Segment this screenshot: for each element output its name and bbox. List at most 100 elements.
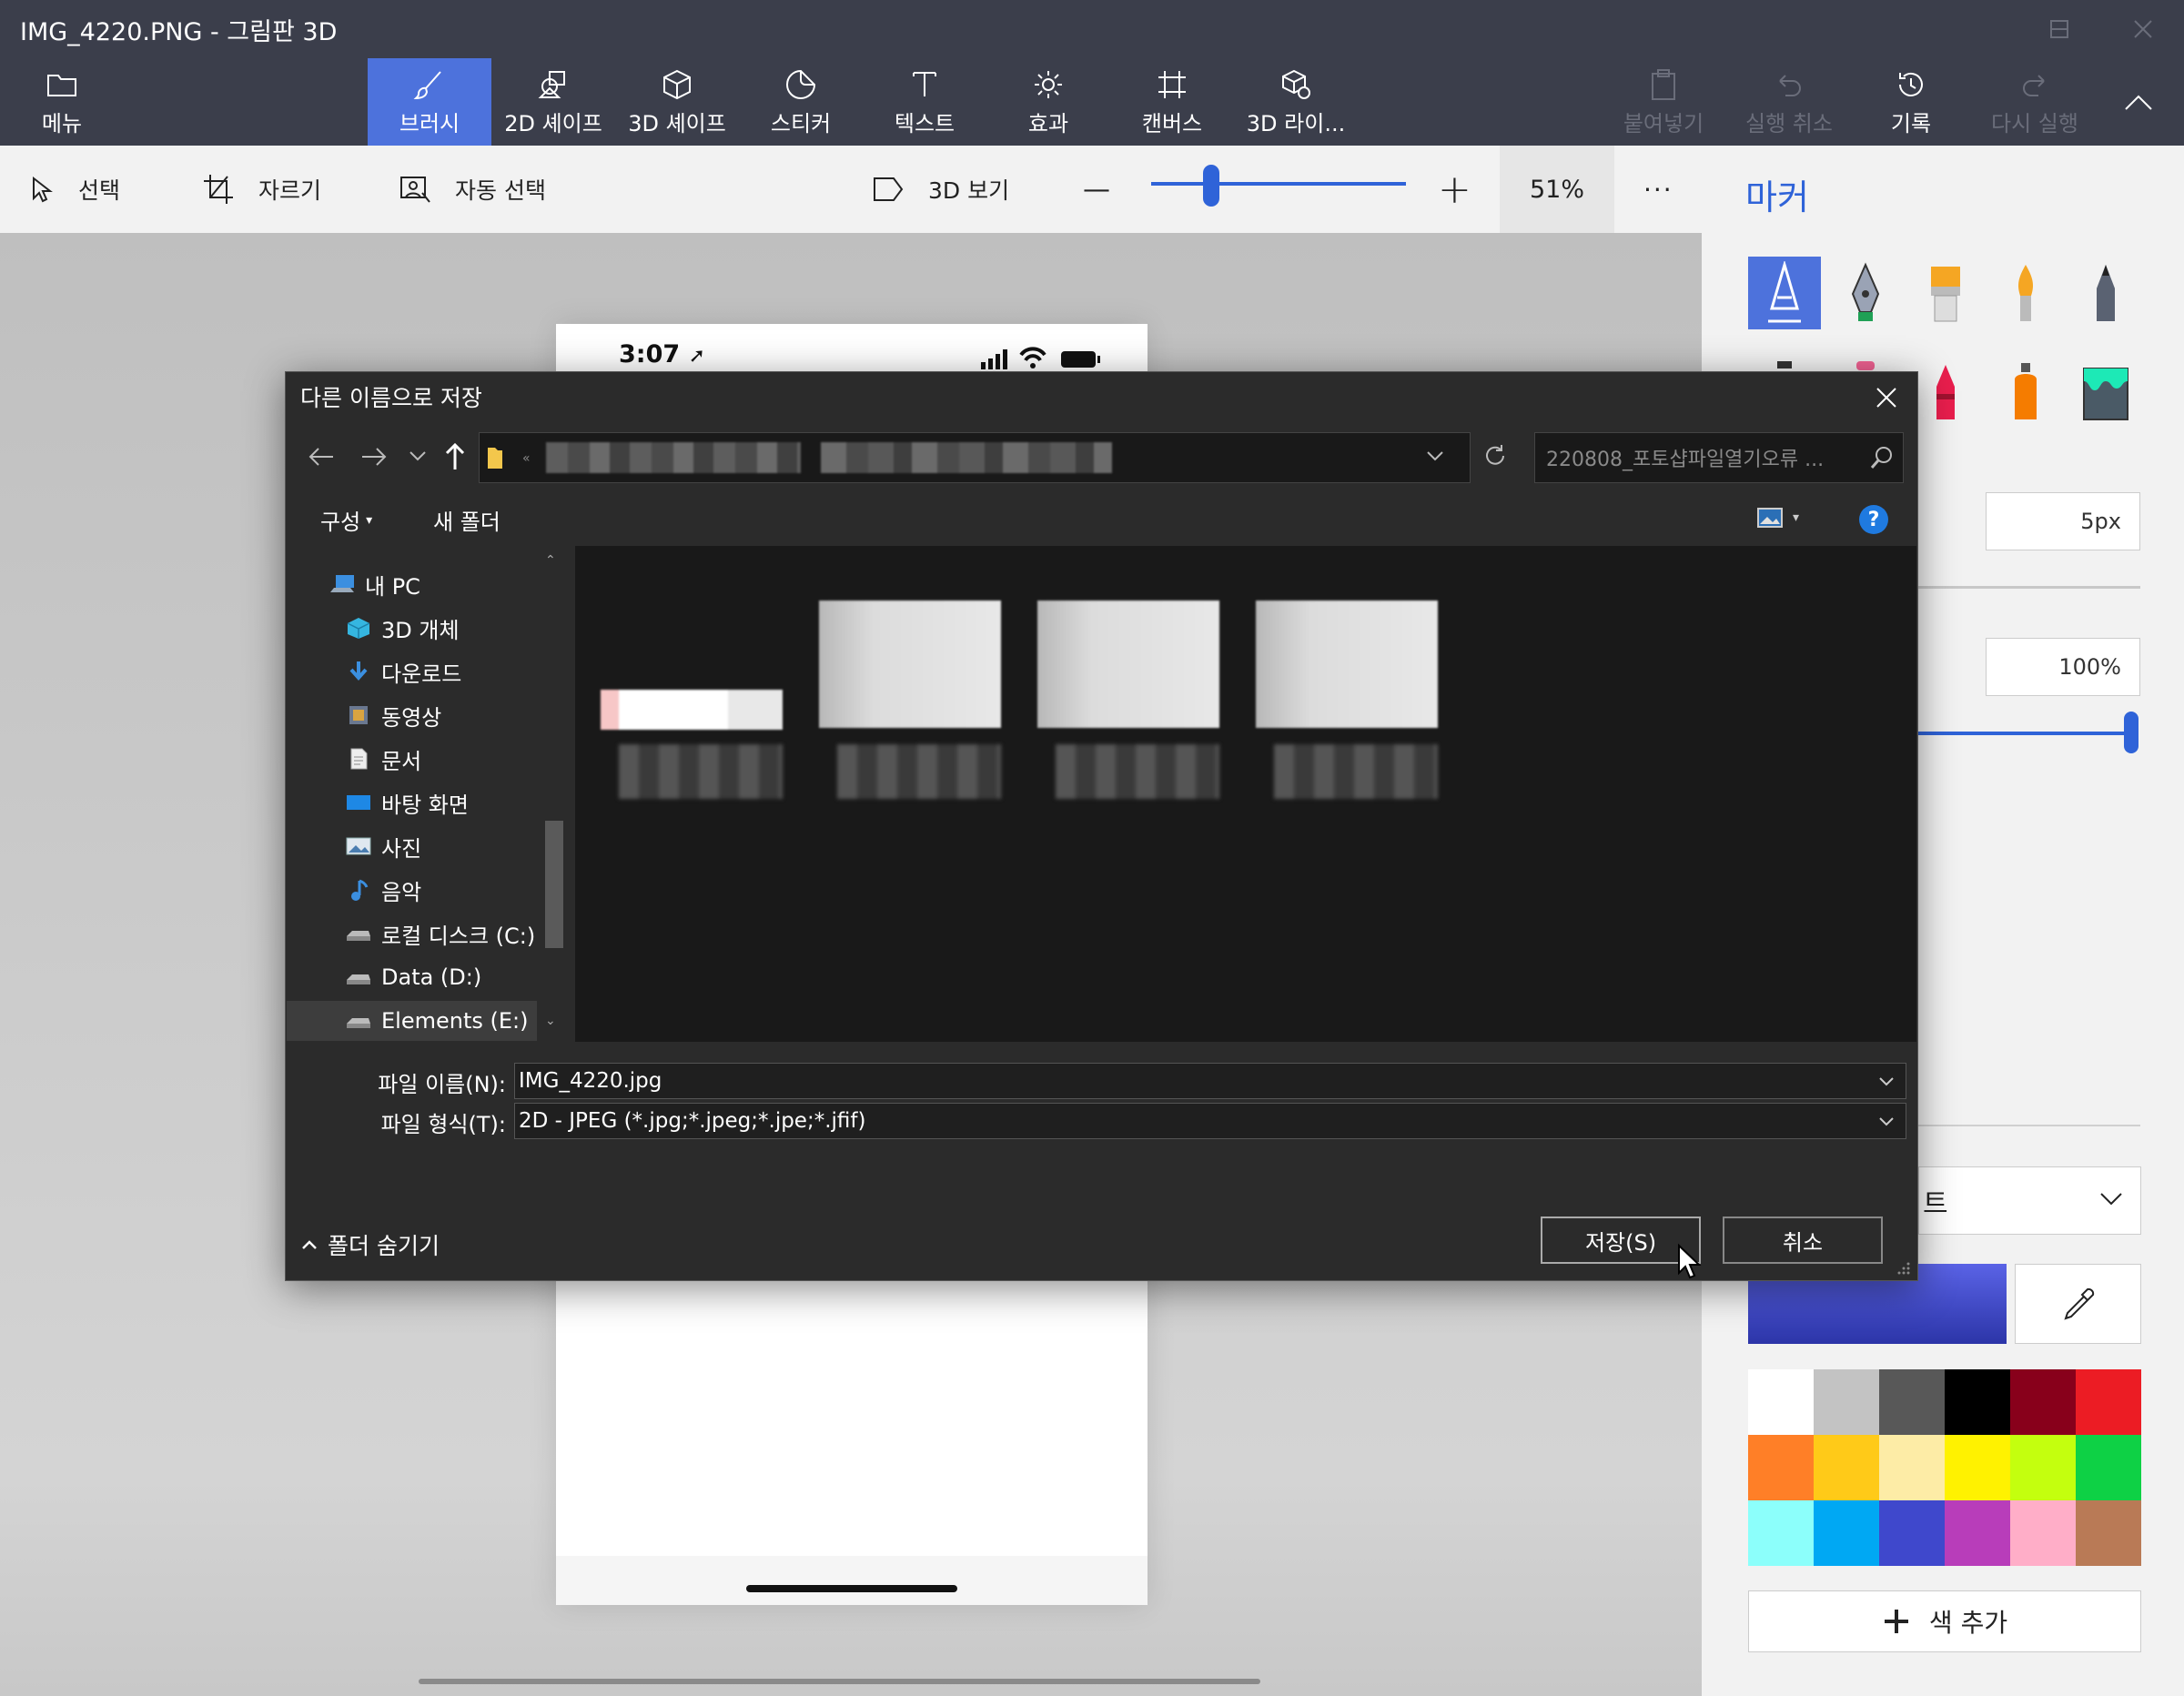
tab-3d-library[interactable]: 3D 라이... xyxy=(1234,58,1358,146)
oil-brush[interactable] xyxy=(1909,257,1982,329)
breadcrumb-segment-redacted[interactable] xyxy=(821,442,1112,473)
resize-grip-icon[interactable] xyxy=(1896,1261,1911,1276)
scrollbar-thumb[interactable] xyxy=(545,821,563,948)
thickness-input[interactable]: 5px xyxy=(1986,492,2140,550)
finish-dropdown[interactable]: 트 xyxy=(1918,1166,2141,1235)
up-button[interactable] xyxy=(442,442,468,471)
palette-swatch[interactable] xyxy=(1879,1500,1945,1566)
file-name-redacted[interactable] xyxy=(837,744,1001,799)
refresh-button[interactable] xyxy=(1481,442,1509,469)
palette-swatch[interactable] xyxy=(1945,1369,2010,1435)
collapse-ribbon-button[interactable] xyxy=(2111,58,2166,146)
file-thumbnail[interactable] xyxy=(601,690,783,730)
nav-item[interactable]: 문서 xyxy=(287,739,537,779)
filename-input[interactable]: IMG_4220.jpg xyxy=(514,1063,1906,1099)
palette-swatch[interactable] xyxy=(1879,1369,1945,1435)
tab-3d-shapes[interactable]: 3D 셰이프 xyxy=(615,58,739,146)
nav-item[interactable]: 다운로드 xyxy=(287,651,537,692)
new-folder-button[interactable]: 새 폴더 xyxy=(433,504,500,536)
palette-swatch[interactable] xyxy=(1945,1435,2010,1500)
nav-item[interactable]: Data (D:) xyxy=(287,957,537,997)
nav-item[interactable]: 로컬 디스크 (C:) xyxy=(287,914,537,954)
close-window-button[interactable] xyxy=(2102,0,2184,58)
add-color-button[interactable]: 색 추가 xyxy=(1748,1590,2141,1652)
watercolor-brush[interactable] xyxy=(1989,257,2062,329)
zoom-out-button[interactable]: — xyxy=(1083,146,1110,233)
scroll-up-icon[interactable]: ⌃ xyxy=(545,553,556,568)
scroll-down-icon[interactable]: ⌄ xyxy=(545,1014,556,1028)
tab-stickers[interactable]: 스티커 xyxy=(739,58,863,146)
more-options-button[interactable]: ··· xyxy=(1643,146,1673,233)
back-button[interactable] xyxy=(308,444,337,469)
menu-button[interactable]: 메뉴 xyxy=(22,58,102,146)
fill-bucket-brush[interactable] xyxy=(2069,353,2142,429)
paste-button[interactable]: 붙여넣기 xyxy=(1613,58,1714,146)
change-view-button[interactable]: ▾ xyxy=(1756,506,1799,530)
opacity-slider-thumb[interactable] xyxy=(2124,712,2138,753)
view-3d-toggle[interactable]: 3D 보기 xyxy=(872,146,1009,233)
filetype-select[interactable]: 2D - JPEG (*.jpg;*.jpeg;*.jpe;*.jfif) xyxy=(514,1103,1906,1139)
forward-button[interactable] xyxy=(359,444,388,469)
file-thumbnail[interactable] xyxy=(819,601,1001,728)
palette-swatch[interactable] xyxy=(1945,1500,2010,1566)
tab-brushes[interactable]: 브러시 xyxy=(368,58,491,146)
file-name-redacted[interactable] xyxy=(1056,744,1219,799)
help-button[interactable]: ? xyxy=(1859,505,1888,534)
palette-swatch[interactable] xyxy=(1814,1369,1879,1435)
redo-button[interactable]: 다시 실행 xyxy=(1975,58,2095,146)
address-dropdown-button[interactable] xyxy=(1425,449,1445,464)
opacity-input[interactable]: 100% xyxy=(1986,638,2140,696)
breadcrumb-segment-redacted[interactable] xyxy=(546,442,801,473)
canvas-horizontal-scrollbar[interactable] xyxy=(419,1679,1260,1684)
magic-select-tool[interactable]: 자동 선택 xyxy=(399,146,546,233)
palette-swatch[interactable] xyxy=(2076,1435,2141,1500)
palette-swatch[interactable] xyxy=(1748,1369,1814,1435)
pencil-brush[interactable] xyxy=(2069,257,2142,329)
palette-swatch[interactable] xyxy=(2010,1435,2076,1500)
nav-item[interactable]: Elements (E:) xyxy=(287,1001,537,1041)
maximize-button[interactable] xyxy=(2018,0,2100,58)
palette-swatch[interactable] xyxy=(1748,1435,1814,1500)
palette-swatch[interactable] xyxy=(1879,1435,1945,1500)
breadcrumb-overflow-icon[interactable]: « xyxy=(522,451,531,466)
tab-canvas[interactable]: 캔버스 xyxy=(1110,58,1234,146)
cancel-button[interactable]: 취소 xyxy=(1723,1216,1883,1264)
nav-item[interactable]: 동영상 xyxy=(287,695,537,735)
zoom-percentage[interactable]: 51% xyxy=(1500,146,1614,233)
tab-effects[interactable]: 효과 xyxy=(986,58,1110,146)
zoom-in-button[interactable]: + xyxy=(1438,146,1471,233)
file-thumbnail[interactable] xyxy=(1037,601,1219,728)
select-tool[interactable]: 선택 xyxy=(29,146,120,233)
nav-item[interactable]: 내 PC xyxy=(287,564,537,604)
palette-swatch[interactable] xyxy=(2010,1500,2076,1566)
palette-swatch[interactable] xyxy=(1814,1500,1879,1566)
file-name-redacted[interactable] xyxy=(619,744,783,799)
search-input[interactable]: 220808_포토샵파일열기오류 ... xyxy=(1534,432,1904,483)
recent-locations-button[interactable] xyxy=(408,449,428,464)
zoom-slider-thumb[interactable] xyxy=(1203,165,1219,207)
palette-swatch[interactable] xyxy=(1814,1435,1879,1500)
nav-item[interactable]: 사진 xyxy=(287,826,537,866)
palette-swatch[interactable] xyxy=(2076,1369,2141,1435)
nav-item[interactable]: 음악 xyxy=(287,870,537,910)
tab-text[interactable]: 텍스트 xyxy=(863,58,986,146)
marker-brush[interactable] xyxy=(1748,257,1821,329)
palette-swatch[interactable] xyxy=(1748,1500,1814,1566)
history-button[interactable]: 기록 xyxy=(1860,58,1962,146)
dialog-close-button[interactable] xyxy=(1864,375,1909,420)
undo-button[interactable]: 실행 취소 xyxy=(1729,58,1849,146)
nav-item[interactable]: 바탕 화면 xyxy=(287,782,537,823)
calligraphy-pen-brush[interactable] xyxy=(1829,257,1902,329)
palette-swatch[interactable] xyxy=(2010,1369,2076,1435)
crayon-brush[interactable] xyxy=(1909,353,1982,429)
navigation-scrollbar[interactable]: ⌃ ⌄ xyxy=(540,550,569,1041)
organize-button[interactable]: 구성 ▾ xyxy=(320,504,372,536)
file-name-redacted[interactable] xyxy=(1274,744,1438,799)
file-thumbnail[interactable] xyxy=(1256,601,1438,728)
tab-2d-shapes[interactable]: 2D 셰이프 xyxy=(491,58,615,146)
spray-can-brush[interactable] xyxy=(1989,353,2062,429)
crop-tool[interactable]: 자르기 xyxy=(202,146,321,233)
zoom-slider-track[interactable] xyxy=(1151,182,1406,186)
eyedropper-button[interactable] xyxy=(2015,1264,2141,1344)
palette-swatch[interactable] xyxy=(2076,1500,2141,1566)
